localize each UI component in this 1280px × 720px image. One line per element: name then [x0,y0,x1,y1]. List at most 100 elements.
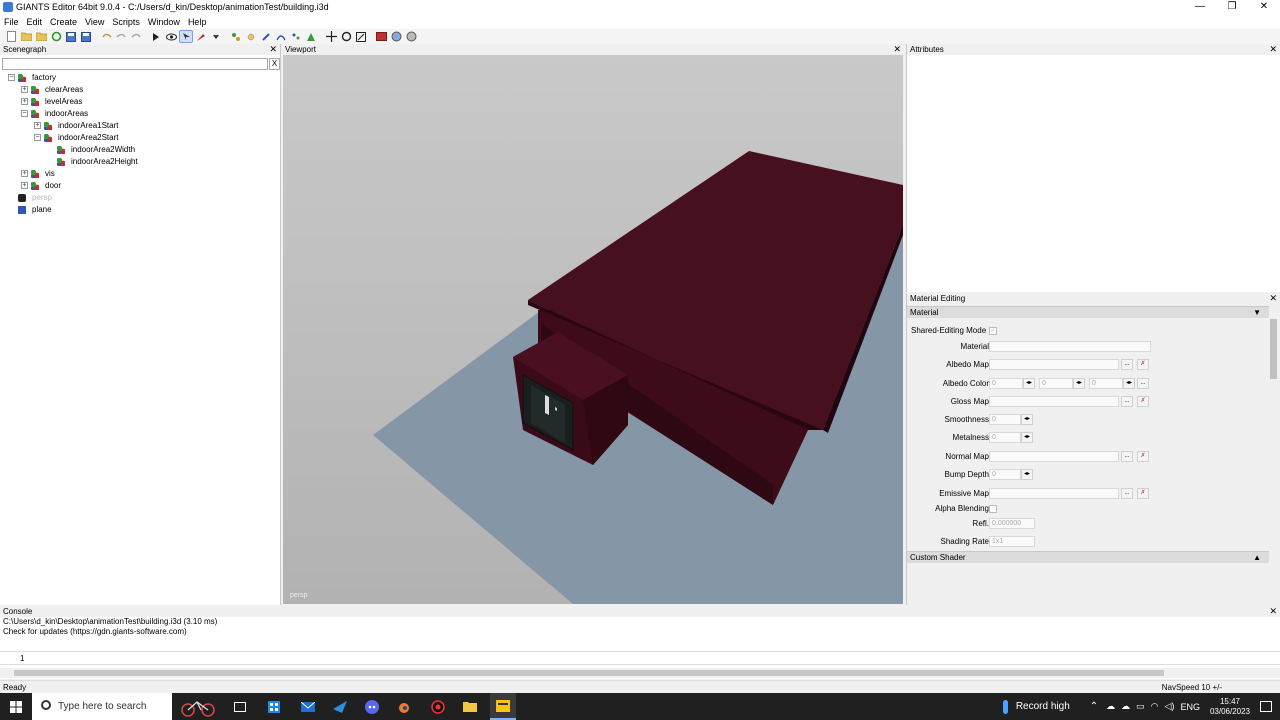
task-view-icon[interactable] [228,693,252,720]
steam-icon[interactable] [328,693,352,720]
redo-alt-icon[interactable] [129,30,143,43]
select-tool-icon[interactable] [179,30,193,43]
scenegraph-node[interactable]: persp [0,192,281,204]
start-button[interactable] [4,693,28,720]
save-icon[interactable] [64,30,78,43]
scenegraph-node[interactable]: + indoorArea1Start [0,120,281,132]
alpha-blending-checkbox[interactable] [989,505,997,513]
attributes-close-button[interactable]: ✕ [1269,44,1277,55]
collapse-icon[interactable]: − [21,110,28,117]
mail-icon[interactable] [296,693,320,720]
save-as-icon[interactable] [79,30,93,43]
albedo-color-b-field[interactable]: 0 [1089,378,1123,389]
gloss-map-browse-button[interactable]: ... [1121,396,1133,407]
maximize-button[interactable]: ❐ [1216,0,1248,14]
smoothness-spinner[interactable]: ◂▸ [1021,414,1033,425]
albedo-color-r-spinner[interactable]: ◂▸ [1023,378,1035,389]
albedo-color-g-spinner[interactable]: ◂▸ [1073,378,1085,389]
expand-icon[interactable]: + [21,182,28,189]
console-scrollbar[interactable] [0,668,1280,678]
giants-editor-taskbar-icon[interactable] [490,693,516,720]
scenegraph-node[interactable]: − indoorAreas [0,108,281,120]
menu-create[interactable]: Create [46,17,81,27]
reload-icon[interactable] [49,30,63,43]
albedo-map-browse-button[interactable]: ... [1121,359,1133,370]
albedo-color-b-spinner[interactable]: ◂▸ [1123,378,1135,389]
file-explorer-icon[interactable] [458,693,482,720]
scenegraph-node[interactable]: + vis [0,168,281,180]
emissive-map-browse-button[interactable]: ... [1121,488,1133,499]
shared-editing-checkbox[interactable]: ✓ [989,327,997,335]
discord-icon[interactable] [360,693,384,720]
undo-icon[interactable] [99,30,113,43]
create-spline-icon[interactable] [274,30,288,43]
normal-map-clear-button[interactable]: ✗ [1137,451,1149,462]
taskbar-search-box[interactable]: Type here to search [32,693,172,720]
clock[interactable]: 15:47 03/06/2023 [1210,697,1250,717]
scenegraph-node[interactable]: plane [0,204,281,216]
viewport-close-button[interactable]: ✕ [893,44,901,55]
metalness-spinner[interactable]: ◂▸ [1021,432,1033,443]
play-icon[interactable] [149,30,163,43]
create-foliage-icon[interactable] [304,30,318,43]
refl-field[interactable]: 0.000000 [989,518,1035,529]
network-icon[interactable]: ☁ [1106,701,1115,712]
shading-rate-select[interactable]: 1x1 [989,536,1035,547]
console-input[interactable]: 1 [0,651,1280,665]
console-close-button[interactable]: ✕ [1269,606,1277,617]
dropdown-arrow-icon[interactable] [209,30,223,43]
scenegraph-node[interactable]: + door [0,180,281,192]
battery-icon[interactable]: ▭ [1136,701,1145,712]
scenegraph-node[interactable]: indoorArea2Height [0,156,281,168]
gloss-map-clear-button[interactable]: ✗ [1137,396,1149,407]
scenegraph-search-clear-button[interactable]: X [269,58,280,70]
normal-map-browse-button[interactable]: ... [1121,451,1133,462]
language-indicator[interactable]: ENG [1180,702,1200,712]
albedo-color-g-field[interactable]: 0 [1039,378,1073,389]
paint-tool-icon[interactable] [194,30,208,43]
scenegraph-close-button[interactable]: ✕ [269,44,277,55]
menu-edit[interactable]: Edit [23,17,47,27]
create-transform-group-icon[interactable] [229,30,243,43]
create-shape-icon[interactable] [259,30,273,43]
scenegraph-node[interactable]: − indoorArea2Start [0,132,281,144]
smoothness-field[interactable]: 0 [989,414,1021,425]
scale-tool-icon[interactable] [354,30,368,43]
bump-depth-spinner[interactable]: ◂▸ [1021,469,1033,480]
store-icon[interactable] [262,693,286,720]
albedo-color-picker-button[interactable]: ... [1137,378,1149,389]
scenegraph-node[interactable]: + clearAreas [0,84,281,96]
console-scroll-thumb[interactable] [14,670,1164,676]
create-light-icon[interactable] [244,30,258,43]
expand-icon[interactable]: + [21,98,28,105]
snap-icon[interactable] [404,30,418,43]
record-app-icon[interactable] [426,693,450,720]
new-file-icon[interactable] [4,30,18,43]
material-editing-scrollbar[interactable] [1269,305,1278,595]
menu-file[interactable]: File [0,17,23,27]
chevron-up-icon[interactable]: ⌃ [1090,701,1098,712]
material-editing-close-button[interactable]: ✕ [1269,293,1277,304]
albedo-color-r-field[interactable]: 0 [989,378,1023,389]
local-space-icon[interactable] [389,30,403,43]
speaker-icon[interactable]: ◁) [1165,701,1175,712]
menu-help[interactable]: Help [184,17,211,27]
albedo-map-clear-button[interactable]: ✗ [1137,359,1149,370]
rotate-tool-icon[interactable] [339,30,353,43]
viewport-canvas[interactable]: persp [283,55,903,604]
create-particle-icon[interactable] [289,30,303,43]
redo-icon[interactable] [114,30,128,43]
expand-icon[interactable]: + [21,86,28,93]
scenegraph-search-input[interactable] [2,58,268,70]
wifi-icon[interactable]: ◠ [1151,701,1159,712]
custom-shader-section-header[interactable]: Custom Shader ▲ [907,551,1269,563]
scenegraph-node[interactable]: + levelAreas [0,96,281,108]
bicycle-icon[interactable] [178,693,218,720]
material-select[interactable] [989,341,1151,352]
global-space-icon[interactable] [374,30,388,43]
onedrive-icon[interactable]: ☁ [1121,701,1130,712]
scenegraph-node[interactable]: − factory [0,72,281,84]
gloss-map-field[interactable] [989,396,1119,407]
minimize-button[interactable]: — [1184,0,1216,14]
open-file-icon[interactable] [19,30,33,43]
